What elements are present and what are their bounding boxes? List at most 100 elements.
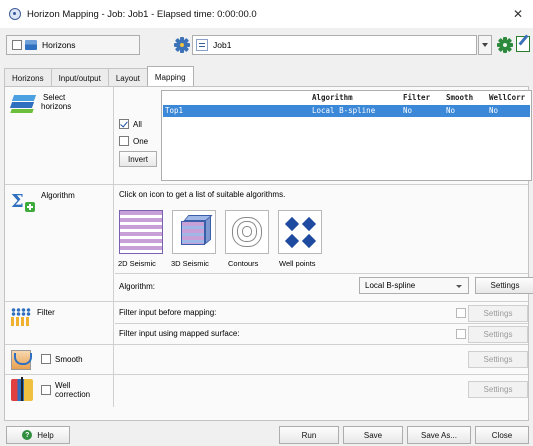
all-label: All — [133, 119, 142, 129]
filter-before-mapping-label: Filter input before mapping: — [119, 308, 217, 317]
horizon-table[interactable]: Algorithm Filter Smooth WellCorr Top1 Lo… — [161, 90, 532, 181]
cell-algorithm: Local B-spline — [312, 106, 376, 115]
smooth-icon — [11, 350, 32, 370]
cell-smooth: No — [446, 106, 456, 115]
algorithm-hint: Click on icon to get a list of suitable … — [119, 190, 286, 199]
contours-icon[interactable] — [225, 210, 269, 254]
selection-controls: All One Invert — [119, 117, 157, 167]
filter-before-settings-button[interactable]: Settings — [468, 305, 528, 322]
save-button[interactable]: Save — [343, 426, 403, 444]
select-horizons-label: Select horizons — [41, 93, 71, 111]
mapping-panel: Select horizons All One Invert Algorithm… — [4, 86, 533, 421]
run-button[interactable]: Run — [279, 426, 339, 444]
well-correction-option[interactable]: Well correction — [41, 381, 90, 399]
help-icon: ? — [22, 430, 33, 440]
invert-button[interactable]: Invert — [119, 151, 157, 167]
select-horizons-body: All One Invert Algorithm Filter Smooth W… — [115, 87, 532, 184]
algorithm-section: Σ Algorithm Click on icon to get a list … — [5, 185, 533, 302]
edit-job-icon[interactable] — [516, 36, 530, 52]
one-label: One — [133, 136, 149, 146]
tab-mapping[interactable]: Mapping — [146, 66, 194, 87]
column-header-filter[interactable]: Filter — [403, 93, 430, 102]
2d-seismic-label: 2D Seismic — [118, 259, 156, 268]
job-icon — [196, 39, 208, 51]
well-correction-section: Well correction Settings — [5, 375, 528, 407]
smooth-side: Smooth — [5, 345, 114, 374]
contours-label: Contours — [228, 259, 259, 268]
horizons-icon — [25, 40, 37, 50]
3d-seismic-icon[interactable] — [172, 210, 216, 254]
filter-mapped-surface-label: Filter input using mapped surface: — [119, 329, 240, 338]
smooth-checkbox[interactable] — [41, 354, 51, 364]
tab-layout[interactable]: Layout — [107, 68, 148, 87]
all-checkbox[interactable] — [119, 119, 129, 129]
tab-horizons[interactable]: Horizons — [4, 68, 52, 87]
smooth-body: Settings — [115, 345, 528, 374]
well-correction-label-line2: correction — [55, 390, 91, 399]
well-correction-body: Settings — [115, 375, 528, 407]
algorithm-settings-button[interactable]: Settings — [475, 277, 533, 294]
filter-before-mapping-row: Filter input before mapping: Settings — [115, 304, 528, 322]
3d-seismic-label: 3D Seismic — [171, 259, 209, 268]
select-horizons-label-line1: Select — [43, 93, 66, 102]
horizon-table-header: Algorithm Filter Smooth WellCorr — [162, 91, 531, 104]
close-icon[interactable]: ✕ — [513, 7, 523, 21]
job-settings-gear-icon[interactable] — [174, 37, 190, 53]
select-horizons-label-line2: horizons — [41, 102, 72, 111]
job-value: Job1 — [213, 40, 232, 50]
toolbar: Horizons Job1 — [0, 30, 533, 60]
algorithm-side: Σ Algorithm — [5, 185, 114, 301]
column-header-smooth[interactable]: Smooth — [446, 93, 473, 102]
help-button[interactable]: ? Help — [6, 426, 70, 444]
horizons-checkbox[interactable] — [12, 40, 22, 50]
smooth-option[interactable]: Smooth — [41, 354, 83, 364]
tab-bar: Horizons Input/output Layout Mapping — [4, 66, 194, 87]
filter-mapped-settings-button[interactable]: Settings — [468, 326, 528, 343]
horizons-toggle-button[interactable]: Horizons — [6, 35, 140, 55]
algorithm-select[interactable]: Local B-spline — [359, 277, 469, 294]
well-correction-label: Well correction — [55, 381, 90, 399]
save-as-button[interactable]: Save As... — [407, 426, 471, 444]
settings-gear-icon[interactable] — [497, 37, 513, 53]
well-points-label: Well points — [279, 259, 316, 268]
tab-input-output[interactable]: Input/output — [50, 68, 109, 87]
well-correction-settings-button[interactable]: Settings — [468, 381, 528, 398]
job-dropdown-chevron-down-icon[interactable] — [478, 35, 492, 55]
one-option[interactable]: One — [119, 134, 157, 148]
table-row[interactable]: Top1 Local B-spline No No No — [163, 105, 530, 117]
well-correction-side: Well correction — [5, 375, 114, 407]
well-correction-label-line1: Well — [55, 381, 71, 390]
filter-side: Filter — [5, 302, 114, 344]
job-combo[interactable]: Job1 — [192, 35, 477, 55]
title-bar: Horizon Mapping - Job: Job1 - Elapsed ti… — [0, 0, 533, 28]
column-header-algorithm[interactable]: Algorithm — [312, 93, 353, 102]
algorithm-divider — [115, 273, 528, 274]
filter-body: Filter input before mapping: Settings Fi… — [115, 302, 528, 344]
horizons-label: Horizons — [42, 40, 76, 50]
filter-before-mapping-checkbox[interactable] — [456, 308, 466, 318]
horizon-mapping-window: Horizon Mapping - Job: Job1 - Elapsed ti… — [0, 0, 533, 446]
cell-wellcorr: No — [489, 106, 499, 115]
cell-name: Top1 — [165, 106, 184, 115]
one-checkbox[interactable] — [119, 136, 129, 146]
well-points-icon[interactable] — [278, 210, 322, 254]
smooth-label: Smooth — [55, 354, 83, 364]
well-correction-checkbox[interactable] — [41, 385, 51, 395]
help-label: Help — [37, 430, 54, 440]
smooth-settings-button[interactable]: Settings — [468, 351, 528, 368]
filter-icon — [11, 308, 31, 326]
close-button[interactable]: Close — [475, 426, 529, 444]
algorithm-icon: Σ — [11, 191, 37, 213]
algorithm-body: Click on icon to get a list of suitable … — [115, 185, 533, 301]
window-title: Horizon Mapping - Job: Job1 - Elapsed ti… — [27, 8, 257, 20]
smooth-section: Smooth Settings — [5, 345, 528, 375]
select-horizons-icon — [9, 93, 37, 115]
filter-mapped-surface-checkbox[interactable] — [456, 329, 466, 339]
app-icon — [9, 8, 21, 20]
all-option[interactable]: All — [119, 117, 157, 131]
2d-seismic-icon[interactable] — [119, 210, 163, 254]
filter-section: Filter Filter input before mapping: Sett… — [5, 302, 528, 345]
column-header-wellcorr[interactable]: WellCorr — [489, 93, 525, 102]
filter-label: Filter — [37, 308, 55, 317]
filter-mapped-surface-row: Filter input using mapped surface: Setti… — [115, 325, 528, 343]
